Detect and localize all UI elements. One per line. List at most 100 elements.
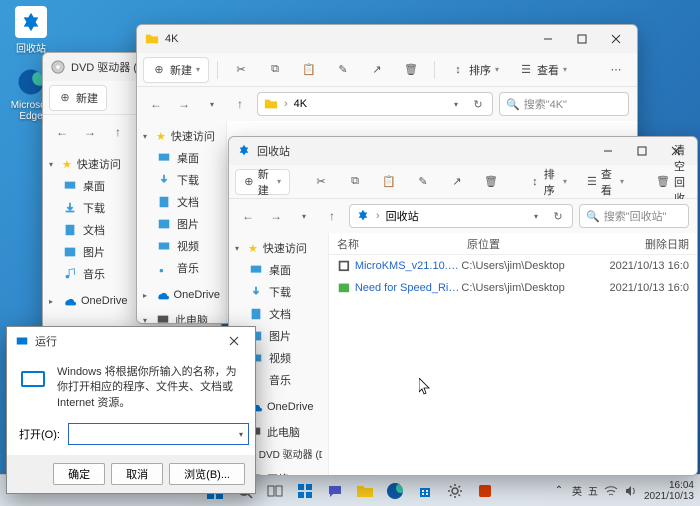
maximize-button[interactable] xyxy=(625,138,659,164)
paste-button[interactable]: 📋 xyxy=(374,169,404,195)
store-button[interactable] xyxy=(411,477,439,505)
nav-recent[interactable]: ▾ xyxy=(293,205,315,227)
chat-button[interactable] xyxy=(321,477,349,505)
browse-button[interactable]: 浏览(B)... xyxy=(169,463,245,485)
chevron-down-icon[interactable]: ▾ xyxy=(448,100,464,109)
sidebar-thispc[interactable]: ▾此电脑 xyxy=(137,309,226,323)
nav-back[interactable]: ← xyxy=(51,121,73,143)
copy-icon: ⧉ xyxy=(348,175,362,189)
sidebar-item-desktop[interactable]: 桌面 xyxy=(229,259,328,281)
minimize-button[interactable] xyxy=(531,26,565,52)
sidebar-item-documents[interactable]: 文档 xyxy=(137,191,226,213)
content-area: 名称 原位置 删除日期 MicroKMS_v21.10.08_Beta C:\U… xyxy=(329,233,697,475)
view-button[interactable]: ☰查看▾ xyxy=(511,57,575,83)
rename-button[interactable]: ✎ xyxy=(328,57,358,83)
sidebar-item-videos[interactable]: 视频 xyxy=(137,235,226,257)
app-button[interactable] xyxy=(471,477,499,505)
nav-back[interactable]: ← xyxy=(237,205,259,227)
ime-indicator-2[interactable]: 五 xyxy=(588,483,598,498)
nav-back[interactable]: ← xyxy=(145,93,167,115)
paste-button[interactable]: 📋 xyxy=(294,57,324,83)
copy-button[interactable]: ⧉ xyxy=(340,169,370,195)
volume-icon[interactable] xyxy=(624,484,638,498)
nav-recent[interactable]: ▾ xyxy=(201,93,223,115)
file-location: C:\Users\jim\Desktop xyxy=(461,282,609,294)
delete-button[interactable]: 🗑 xyxy=(396,57,426,83)
titlebar[interactable]: 回收站 xyxy=(229,137,697,165)
settings-button[interactable] xyxy=(441,477,469,505)
titlebar[interactable]: 4K xyxy=(137,25,637,53)
cancel-button[interactable]: 取消 xyxy=(111,463,163,485)
sidebar-item-desktop[interactable]: 桌面 xyxy=(137,147,226,169)
file-row[interactable]: Need for Speed_Rivals 2021_10... C:\User… xyxy=(329,277,697,299)
search-input[interactable]: 🔍搜索"4K" xyxy=(499,92,629,116)
col-date[interactable]: 删除日期 xyxy=(609,236,697,252)
tray-chevron-icon[interactable]: ⌃ xyxy=(552,484,566,498)
edge-button[interactable] xyxy=(381,477,409,505)
run-app-icon xyxy=(19,365,47,393)
run-input[interactable] xyxy=(68,423,249,445)
sidebar-item-music[interactable]: 音乐 xyxy=(137,257,226,279)
widgets-button[interactable] xyxy=(291,477,319,505)
download-icon xyxy=(63,201,77,215)
column-header[interactable]: 名称 原位置 删除日期 xyxy=(329,233,697,255)
nav-fwd[interactable]: → xyxy=(265,205,287,227)
sidebar-item-downloads[interactable]: 下载 xyxy=(137,169,226,191)
nav-up[interactable]: ↑ xyxy=(107,121,129,143)
nav-up[interactable]: ↑ xyxy=(321,205,343,227)
sidebar-item-downloads[interactable]: 下载 xyxy=(229,281,328,303)
window-recycle-bin[interactable]: 回收站 ⊕新建▾ ✂ ⧉ 📋 ✎ ↗ 🗑 ↕排序▾ ☰查看▾ 🗑清空回收站 ← … xyxy=(228,136,698,476)
titlebar[interactable]: 运行 xyxy=(7,327,255,355)
explorer-button[interactable] xyxy=(351,477,379,505)
desktop-recycle-bin[interactable]: 回收站 xyxy=(8,6,54,55)
address-bar[interactable]: › 4K ▾ ↻ xyxy=(257,92,493,116)
clock[interactable]: 16:04 2021/10/13 xyxy=(644,480,694,502)
sort-button[interactable]: ↕排序▾ xyxy=(443,57,507,83)
col-location[interactable]: 原位置 xyxy=(459,236,609,252)
refresh-icon[interactable]: ↻ xyxy=(470,98,486,111)
share-button[interactable]: ↗ xyxy=(362,57,392,83)
nav-fwd[interactable]: → xyxy=(173,93,195,115)
cut-button[interactable]: ✂ xyxy=(226,57,256,83)
sidebar-item-documents[interactable]: 文档 xyxy=(229,303,328,325)
new-button[interactable]: ⊕新建▾ xyxy=(143,57,209,83)
maximize-button[interactable] xyxy=(565,26,599,52)
ime-indicator[interactable]: 英 xyxy=(572,483,582,498)
close-button[interactable] xyxy=(217,328,251,354)
delete-button[interactable]: 🗑 xyxy=(476,169,506,195)
sidebar-quick-access[interactable]: ▾★快速访问 xyxy=(137,125,226,147)
chevron-down-icon[interactable]: ▾ xyxy=(528,212,544,221)
cut-button[interactable]: ✂ xyxy=(306,169,336,195)
col-name[interactable]: 名称 xyxy=(329,236,459,252)
star-icon: ★ xyxy=(156,130,166,143)
wifi-icon[interactable] xyxy=(604,484,618,498)
search-input[interactable]: 🔍搜索"回收站" xyxy=(579,204,689,228)
minimize-button[interactable] xyxy=(591,138,625,164)
run-dialog[interactable]: 运行 Windows 将根据你所输入的名称，为你打开相应的程序、文件夹、文档或 … xyxy=(6,326,256,494)
more-button[interactable]: ⋯ xyxy=(601,57,631,83)
toolbar: ⊕新建▾ ✂ ⧉ 📋 ✎ ↗ 🗑 ↕排序▾ ☰查看▾ 🗑清空回收站 xyxy=(229,165,697,199)
refresh-icon[interactable]: ↻ xyxy=(550,210,566,223)
window-title: 回收站 xyxy=(257,143,591,159)
address-bar[interactable]: › 回收站 ▾ ↻ xyxy=(349,204,573,228)
more-icon: ⋯ xyxy=(609,63,623,77)
rename-button[interactable]: ✎ xyxy=(408,169,438,195)
task-view-button[interactable] xyxy=(261,477,289,505)
close-button[interactable] xyxy=(599,26,633,52)
pc-icon xyxy=(156,313,170,323)
sidebar-quick-access[interactable]: ▾★快速访问 xyxy=(229,237,328,259)
new-button[interactable]: ⊕ 新建 xyxy=(49,85,107,111)
empty-recycle-bin-button[interactable]: 🗑清空回收站 xyxy=(648,169,693,195)
nav-up[interactable]: ↑ xyxy=(229,93,251,115)
sort-button[interactable]: ↕排序▾ xyxy=(522,169,575,195)
new-button[interactable]: ⊕新建▾ xyxy=(235,169,290,195)
nav-fwd[interactable]: → xyxy=(79,121,101,143)
file-date: 2021/10/13 16:0 xyxy=(609,282,697,294)
copy-button[interactable]: ⧉ xyxy=(260,57,290,83)
share-button[interactable]: ↗ xyxy=(442,169,472,195)
view-button[interactable]: ☰查看▾ xyxy=(579,169,632,195)
sidebar-item-pictures[interactable]: 图片 xyxy=(137,213,226,235)
ok-button[interactable]: 确定 xyxy=(53,463,105,485)
sidebar-onedrive[interactable]: ▸OneDrive xyxy=(137,285,226,305)
file-row[interactable]: MicroKMS_v21.10.08_Beta C:\Users\jim\Des… xyxy=(329,255,697,277)
